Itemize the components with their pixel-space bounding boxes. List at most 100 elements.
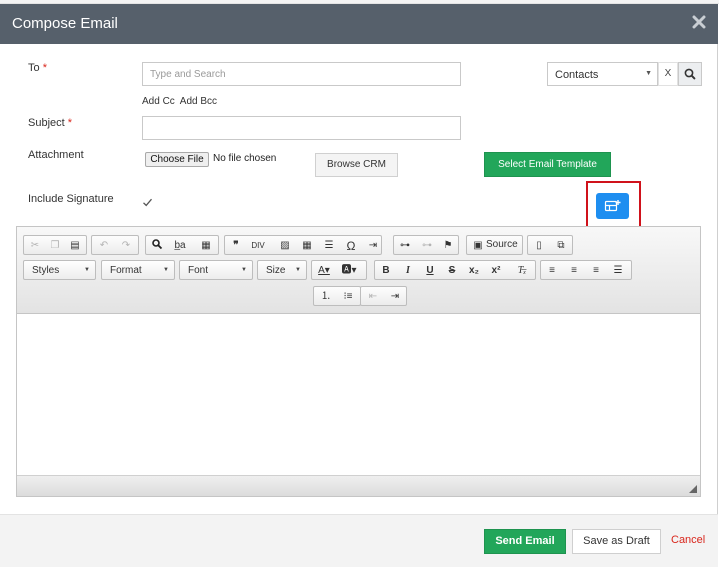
search-icon (684, 68, 696, 80)
editor-content-area[interactable] (17, 315, 700, 475)
preview-icon[interactable]: ⧉ (552, 238, 570, 254)
align-right-icon[interactable]: ≡ (587, 263, 605, 279)
size-combo-label: Size (266, 265, 286, 276)
copy-icon[interactable]: ❐ (46, 238, 64, 254)
insert-group: ❞ DIV ▨ ▦ ☰ Ω ⇥ (224, 235, 382, 255)
save-as-draft-button[interactable]: Save as Draft (572, 529, 661, 554)
subject-label-text: Subject (28, 117, 65, 129)
outdent-icon[interactable]: ⇤ (364, 289, 382, 305)
bold-icon[interactable]: B (377, 263, 395, 279)
send-email-button[interactable]: Send Email (484, 529, 566, 554)
color-group: A▾ 🅰▾ (311, 260, 367, 280)
search-button[interactable] (678, 62, 702, 86)
caret-down-icon: ▼ (241, 267, 247, 273)
choose-file-button[interactable]: Choose File (145, 152, 209, 167)
link-icon[interactable]: ⊶ (396, 238, 414, 254)
add-bcc-link[interactable]: Add Bcc (180, 96, 217, 107)
template-add-icon (604, 200, 621, 212)
cancel-link[interactable]: Cancel (671, 534, 705, 546)
unlink-icon[interactable]: ⊶ (418, 238, 436, 254)
image-icon[interactable]: ▨ (276, 238, 294, 254)
strikethrough-icon[interactable]: S (443, 263, 461, 279)
select-all-icon[interactable]: ▦ (197, 238, 215, 254)
template-preview-group: ▯ ⧉ (527, 235, 573, 255)
add-cc-bcc: Add Cc Add Bcc (142, 96, 222, 107)
special-char-icon[interactable]: Ω (342, 238, 360, 254)
link-group: ⊶ ⊶ ⚑ (393, 235, 459, 255)
source-button[interactable]: ▣ Source (466, 235, 523, 255)
templates-icon[interactable]: ▯ (530, 238, 548, 254)
basic-styles-group: B I U S x₂ x² T̶ₓ (374, 260, 536, 280)
modal-header: Compose Email (0, 4, 718, 44)
caret-down-icon: ▼ (295, 267, 301, 273)
clear-contacts-button[interactable]: X (658, 62, 678, 86)
resize-handle-icon[interactable] (689, 485, 697, 493)
horizontal-line-icon[interactable]: ☰ (320, 238, 338, 254)
contacts-select[interactable]: Contacts ▼ (547, 62, 658, 86)
rich-text-editor: ✂ ❐ ▤ ↶ ↷ b̲a ▦ ❞ DIV ▨ ▦ ☰ Ω ⇥ ⊶ ⊶ ⚑ ▣ … (16, 226, 701, 497)
find-icon[interactable] (148, 238, 166, 254)
size-combo[interactable]: Size ▼ (257, 260, 307, 280)
format-combo-label: Format (110, 265, 142, 276)
source-label: Source (486, 239, 518, 250)
font-combo-label: Font (188, 265, 209, 276)
replace-icon[interactable]: b̲a (171, 238, 189, 254)
subject-input[interactable] (142, 116, 461, 140)
compose-email-modal: Compose Email To * Contacts ▼ X Add CcAd… (0, 4, 718, 567)
insert-template-button[interactable] (596, 193, 629, 219)
caret-down-icon: ▼ (163, 267, 169, 273)
numbered-list-icon[interactable]: ⒈ (317, 289, 335, 305)
include-signature-checkbox[interactable] (141, 196, 154, 209)
modal-footer: Send Email Save as Draft Cancel (0, 514, 718, 567)
to-input[interactable] (142, 62, 461, 86)
undo-icon[interactable]: ↶ (95, 238, 113, 254)
background-color-icon[interactable]: 🅰▾ (340, 263, 358, 279)
italic-icon[interactable]: I (399, 263, 417, 279)
superscript-icon[interactable]: x² (487, 263, 505, 279)
div-icon[interactable]: DIV (249, 238, 267, 254)
subscript-icon[interactable]: x₂ (465, 263, 483, 279)
editor-toolbar: ✂ ❐ ▤ ↶ ↷ b̲a ▦ ❞ DIV ▨ ▦ ☰ Ω ⇥ ⊶ ⊶ ⚑ ▣ … (17, 227, 700, 314)
attachment-label: Attachment (28, 149, 84, 161)
browse-crm-button[interactable]: Browse CRM (315, 153, 398, 177)
close-icon[interactable] (692, 14, 706, 30)
select-email-template-button[interactable]: Select Email Template (484, 152, 611, 177)
no-file-text: No file chosen (213, 153, 277, 164)
clipboard-group: ✂ ❐ ▤ (23, 235, 87, 255)
align-center-icon[interactable]: ≡ (565, 263, 583, 279)
required-mark: * (42, 62, 47, 74)
align-left-icon[interactable]: ≡ (543, 263, 561, 279)
blockquote-icon[interactable]: ❞ (227, 238, 245, 254)
styles-combo-label: Styles (32, 265, 60, 276)
cut-icon[interactable]: ✂ (26, 238, 44, 254)
table-icon[interactable]: ▦ (298, 238, 316, 254)
bulleted-list-icon[interactable]: ⁝≡ (339, 289, 357, 305)
modal-title: Compose Email (12, 15, 118, 32)
checkmark-icon (143, 198, 152, 207)
source-icon: ▣ (473, 240, 483, 251)
paste-icon[interactable]: ▤ (66, 238, 84, 254)
indent-icon[interactable]: ⇥ (386, 289, 404, 305)
text-color-icon[interactable]: A▾ (315, 263, 333, 279)
editor-status-bar (17, 475, 700, 496)
styles-combo[interactable]: Styles ▼ (23, 260, 96, 280)
align-group: ≡ ≡ ≡ ☰ (540, 260, 632, 280)
contacts-select-value: Contacts (555, 69, 599, 81)
subject-label: Subject * (28, 117, 72, 129)
page-break-icon[interactable]: ⇥ (364, 238, 382, 254)
redo-icon[interactable]: ↷ (117, 238, 135, 254)
anchor-flag-icon[interactable]: ⚑ (439, 238, 457, 254)
font-combo[interactable]: Font ▼ (179, 260, 253, 280)
include-signature-label: Include Signature (28, 193, 114, 205)
align-justify-icon[interactable]: ☰ (609, 263, 627, 279)
required-mark: * (67, 117, 73, 129)
caret-down-icon: ▼ (645, 70, 652, 77)
format-combo[interactable]: Format ▼ (101, 260, 175, 280)
remove-format-icon[interactable]: T̶ₓ (513, 263, 531, 279)
caret-down-icon: ▼ (84, 267, 90, 273)
list-group: ⒈ ⁝≡ (313, 286, 361, 306)
undo-group: ↶ ↷ (91, 235, 139, 255)
underline-icon[interactable]: U (421, 263, 439, 279)
add-cc-link[interactable]: Add Cc (142, 96, 175, 107)
to-label-text: To (28, 62, 40, 74)
